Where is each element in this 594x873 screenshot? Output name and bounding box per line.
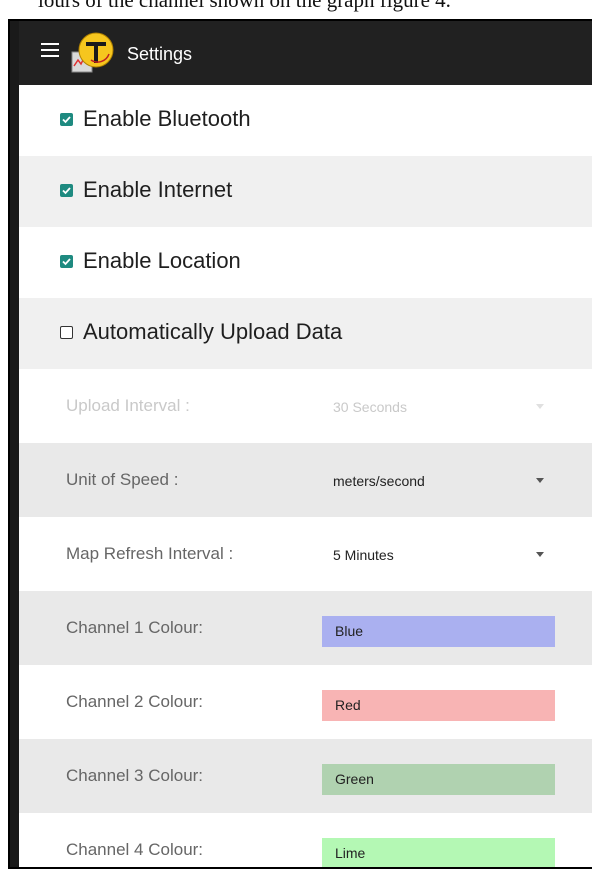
checkbox-unchecked-icon[interactable] xyxy=(60,326,73,339)
channel-2-label: Channel 2 Colour: xyxy=(66,692,204,711)
app-logo xyxy=(71,32,114,73)
upload-interval-label: Upload Interval : xyxy=(66,396,190,415)
enable-location-label: Enable Location xyxy=(83,248,241,273)
channel-3-colour-picker[interactable]: Green xyxy=(322,764,555,795)
channel-4-row: Channel 4 Colour: Lime xyxy=(19,813,592,867)
auto-upload-row[interactable]: Automatically Upload Data xyxy=(19,298,592,369)
document-caption: lours of the channel shown on the graph … xyxy=(0,0,594,20)
channel-3-label: Channel 3 Colour: xyxy=(66,766,204,785)
dropdown-arrow-icon[interactable] xyxy=(536,552,544,557)
channel-2-colour-picker[interactable]: Red xyxy=(322,690,555,721)
auto-upload-label: Automatically Upload Data xyxy=(83,319,343,344)
channel-2-row: Channel 2 Colour: Red xyxy=(19,665,592,739)
channel-1-colour-picker[interactable]: Blue xyxy=(322,616,555,647)
settings-list: Enable Bluetooth Enable Internet Enable … xyxy=(19,85,592,867)
checkbox-checked-icon[interactable] xyxy=(60,184,73,197)
dropdown-arrow-icon xyxy=(536,404,544,409)
checkbox-checked-icon[interactable] xyxy=(60,113,73,126)
enable-bluetooth-label: Enable Bluetooth xyxy=(83,106,251,131)
channel-1-row: Channel 1 Colour: Blue xyxy=(19,591,592,665)
checkbox-checked-icon[interactable] xyxy=(60,255,73,268)
app-window: Settings Enable Bluetooth Enable Interne… xyxy=(10,21,592,867)
unit-of-speed-select[interactable]: meters/second xyxy=(333,473,425,489)
unit-of-speed-label: Unit of Speed : xyxy=(66,470,179,489)
enable-bluetooth-row[interactable]: Enable Bluetooth xyxy=(19,85,592,156)
enable-location-row[interactable]: Enable Location xyxy=(19,227,592,298)
hamburger-menu-icon[interactable] xyxy=(41,43,59,57)
unit-of-speed-row: Unit of Speed : meters/second xyxy=(19,443,592,517)
map-refresh-label: Map Refresh Interval : xyxy=(66,544,234,563)
channel-3-row: Channel 3 Colour: Green xyxy=(19,739,592,813)
screenshot-frame: Settings Enable Bluetooth Enable Interne… xyxy=(8,19,592,869)
upload-interval-row: Upload Interval : 30 Seconds xyxy=(19,369,592,443)
channel-1-label: Channel 1 Colour: xyxy=(66,618,204,637)
app-title: Settings xyxy=(127,44,193,64)
enable-internet-row[interactable]: Enable Internet xyxy=(19,156,592,227)
enable-internet-label: Enable Internet xyxy=(83,177,233,202)
upload-interval-select: 30 Seconds xyxy=(333,399,407,415)
map-refresh-row: Map Refresh Interval : 5 Minutes xyxy=(19,517,592,591)
channel-4-label: Channel 4 Colour: xyxy=(66,840,204,859)
channel-4-colour-picker[interactable]: Lime xyxy=(322,838,555,867)
caption-text: lours of the channel shown on the graph … xyxy=(38,0,451,12)
toolbar: Settings xyxy=(19,21,592,85)
map-refresh-select[interactable]: 5 Minutes xyxy=(333,547,394,563)
dropdown-arrow-icon[interactable] xyxy=(536,478,544,483)
